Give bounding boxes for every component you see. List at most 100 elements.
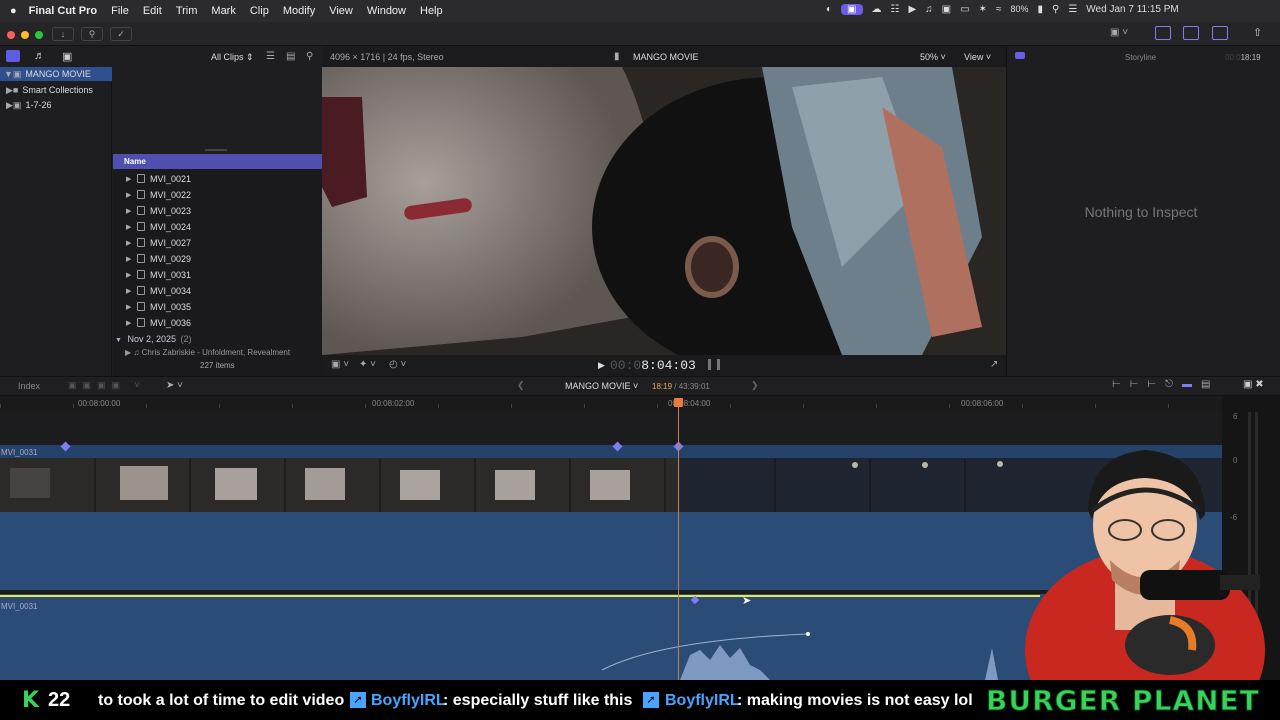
folder-icon: ▶■ bbox=[6, 84, 19, 95]
menu-app-name[interactable]: Final Cut Pro bbox=[29, 5, 97, 17]
clip-name: MVI_0029 bbox=[150, 254, 192, 264]
brand-banner: BURGER PLANET bbox=[986, 684, 1260, 718]
zoom-dropdown[interactable]: 50% ˅ bbox=[920, 52, 946, 62]
search-icon[interactable]: ⚲ bbox=[1052, 4, 1059, 15]
index-button[interactable]: Index bbox=[18, 381, 40, 391]
disclosure-right-icon[interactable]: ▶ bbox=[126, 271, 131, 279]
list-divider-handle[interactable] bbox=[205, 149, 227, 151]
disclosure-right-icon[interactable]: ▶ bbox=[126, 287, 131, 295]
history-forward-icon[interactable]: ❯ bbox=[751, 380, 759, 391]
view-dropdown[interactable]: View ˅ bbox=[964, 52, 991, 62]
speed-tool-icon[interactable]: ◴ ˅ bbox=[389, 359, 406, 370]
menu-file[interactable]: File bbox=[111, 5, 129, 17]
filmstrip-view-icon[interactable]: ☰ bbox=[266, 51, 275, 62]
zoom-value: 50% bbox=[920, 52, 939, 62]
project-dropdown[interactable]: MANGO MOVIE ˅ bbox=[565, 381, 638, 391]
browser-toggle-icon[interactable] bbox=[1155, 26, 1171, 40]
minimize-button[interactable] bbox=[21, 31, 29, 39]
transform-tool-icon[interactable]: ▣ ˅ bbox=[331, 359, 349, 370]
browser-search-icon[interactable]: ⚲ bbox=[306, 51, 313, 62]
film-clip-icon bbox=[137, 206, 145, 215]
fullscreen-icon[interactable]: ↗ bbox=[990, 359, 998, 370]
event-row[interactable]: ▶▣ 1-7-26 bbox=[0, 98, 112, 112]
enhance-tool-icon[interactable]: ✦ ˅ bbox=[359, 359, 376, 370]
clip-row[interactable]: ▶ MVI_0034 bbox=[113, 283, 322, 299]
disclosure-right-icon[interactable]: ▶ bbox=[126, 303, 131, 311]
library-sidebar bbox=[0, 66, 112, 376]
close-button[interactable] bbox=[7, 31, 15, 39]
camera-icon[interactable]: ▣ bbox=[942, 4, 951, 15]
clip-row[interactable]: ▶ MVI_0021 bbox=[113, 171, 322, 187]
background-tasks-button[interactable]: ✓ bbox=[110, 27, 132, 41]
inspector-duration-value: 18:19 bbox=[1240, 53, 1261, 62]
history-back-icon[interactable]: ❮ bbox=[517, 380, 525, 391]
grid-icon[interactable]: ☷ bbox=[891, 4, 900, 15]
bluetooth-icon[interactable]: ✶ bbox=[979, 4, 987, 15]
music-item-row[interactable]: ▶ ♫ Chris Zabriskie - Unfoldment, Reveal… bbox=[125, 349, 320, 357]
clip-name: MVI_0022 bbox=[150, 190, 192, 200]
volume-line[interactable] bbox=[0, 595, 1040, 597]
play-button[interactable]: ▶ bbox=[598, 360, 605, 371]
select-tool-icon[interactable]: ➤ ˅ bbox=[166, 380, 183, 391]
chat-username-2: BoyflyIRL bbox=[665, 692, 740, 709]
play-icon[interactable]: ▶ bbox=[908, 4, 916, 15]
skimming-icon[interactable]: ▬ bbox=[1182, 379, 1201, 390]
playhead[interactable] bbox=[678, 398, 679, 680]
menu-view[interactable]: View bbox=[329, 5, 353, 17]
layout-icon[interactable]: ▣ ˅ bbox=[1110, 27, 1128, 38]
zoom-button[interactable] bbox=[35, 31, 43, 39]
photos-audio-icon[interactable]: ♬ bbox=[34, 50, 45, 62]
menu-window[interactable]: Window bbox=[367, 5, 406, 17]
keywords-button[interactable]: ⚲ bbox=[81, 27, 103, 41]
libraries-icon[interactable] bbox=[6, 50, 20, 62]
clip-row[interactable]: ▶ MVI_0023 bbox=[113, 203, 322, 219]
menu-clip[interactable]: Clip bbox=[250, 5, 269, 17]
display-icon[interactable]: ▭ bbox=[960, 4, 969, 15]
disclosure-right-icon[interactable]: ▶ bbox=[126, 175, 131, 183]
filter-dropdown[interactable]: All Clips ⇕ bbox=[211, 52, 254, 63]
import-button[interactable]: ↓ bbox=[52, 27, 74, 41]
control-center-icon[interactable]: ☰ bbox=[1068, 4, 1077, 15]
timeline-index-toggle-icon[interactable]: ▣ ✖ bbox=[1243, 379, 1264, 390]
clip-appearance-icon[interactable]: ▤ bbox=[286, 51, 295, 62]
smart-collections-row[interactable]: ▶■ Smart Collections bbox=[0, 83, 112, 97]
titles-icon[interactable]: ▣ bbox=[62, 50, 72, 63]
menu-help[interactable]: Help bbox=[420, 5, 443, 17]
timeline-right-icons[interactable]: ⊢⊢⊢⎋▬▤ bbox=[1112, 379, 1220, 390]
library-row[interactable]: ▼▣ MANGO MOVIE bbox=[0, 67, 112, 81]
disclosure-right-icon[interactable]: ▶ bbox=[126, 207, 131, 215]
viewer-frame[interactable] bbox=[322, 67, 1006, 355]
volume-icon[interactable]: ♫ bbox=[925, 4, 933, 15]
menu-mark[interactable]: Mark bbox=[211, 5, 235, 17]
menu-trim[interactable]: Trim bbox=[176, 5, 198, 17]
clip-row[interactable]: ▶ MVI_0035 bbox=[113, 299, 322, 315]
wifi-icon[interactable]: ≈ bbox=[996, 4, 1002, 15]
timeline-toggle-icon[interactable] bbox=[1183, 26, 1199, 40]
edit-buttons-icons[interactable]: ▣▣▣▣ ˅ bbox=[68, 380, 146, 391]
clock[interactable]: Wed Jan 7 11:15 PM bbox=[1086, 4, 1178, 15]
battery-icon[interactable]: ▮ bbox=[1037, 4, 1043, 15]
playhead-head[interactable] bbox=[674, 398, 683, 407]
clip-row[interactable]: ▶ MVI_0029 bbox=[113, 251, 322, 267]
clip-row[interactable]: ▶ MVI_0031 bbox=[113, 267, 322, 283]
disclosure-right-icon[interactable]: ▶ bbox=[126, 191, 131, 199]
disclosure-right-icon[interactable]: ▶ bbox=[126, 239, 131, 247]
clip-row[interactable]: ▶ MVI_0036 bbox=[113, 315, 322, 331]
menu-edit[interactable]: Edit bbox=[143, 5, 162, 17]
timecode-display[interactable]: 00:08:04:03 bbox=[610, 358, 696, 373]
apple-icon[interactable]: ● bbox=[10, 5, 17, 17]
cloud-icon[interactable]: ☁ bbox=[872, 4, 882, 15]
date-group-row[interactable]: ▼ Nov 2, 2025 (2) bbox=[115, 334, 192, 344]
share-icon[interactable]: ⇧ bbox=[1253, 26, 1262, 39]
menu-modify[interactable]: Modify bbox=[283, 5, 315, 17]
disclosure-right-icon[interactable]: ▶ bbox=[126, 319, 131, 327]
disclosure-right-icon[interactable]: ▶ bbox=[126, 255, 131, 263]
disclosure-right-icon[interactable]: ▶ bbox=[126, 223, 131, 231]
inspector-toggle-icon[interactable] bbox=[1212, 26, 1228, 40]
clip-row[interactable]: ▶ MVI_0027 bbox=[113, 235, 322, 251]
clip-row[interactable]: ▶ MVI_0022 bbox=[113, 187, 322, 203]
screen-record-icon[interactable]: ◐ bbox=[826, 4, 832, 15]
active-app-icon[interactable]: ▣ bbox=[841, 4, 863, 15]
clip-row[interactable]: ▶ MVI_0024 bbox=[113, 219, 322, 235]
name-column-header[interactable]: Name bbox=[113, 154, 322, 169]
